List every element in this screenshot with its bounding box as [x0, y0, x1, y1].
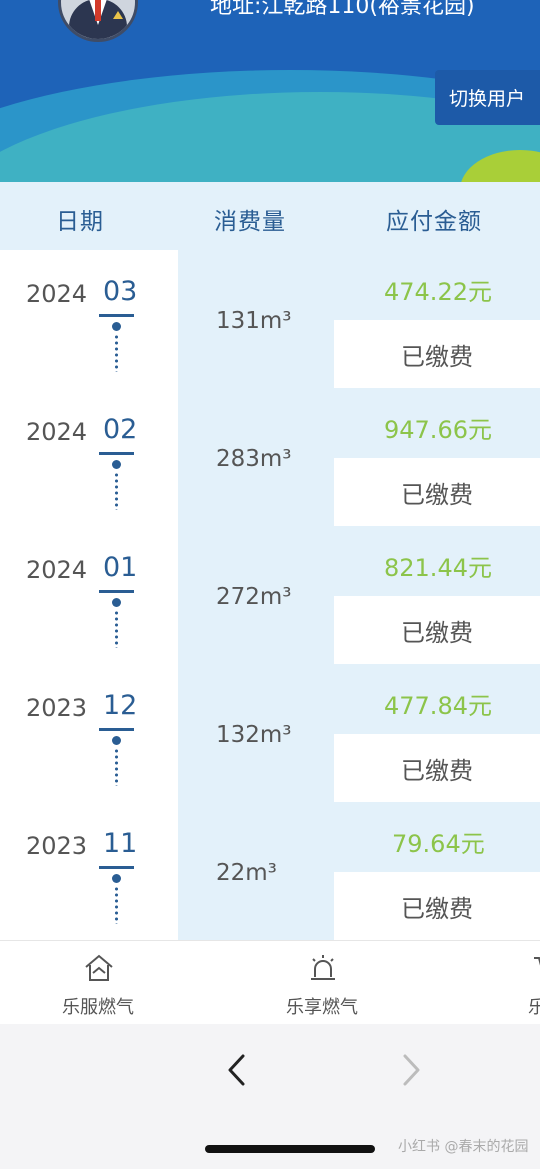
timeline-dot [112, 598, 121, 607]
bill-month: 02 [103, 414, 138, 445]
paid-status-button[interactable]: 已缴费 [334, 320, 540, 388]
timeline-dotted-line [115, 748, 118, 786]
timeline-dot [112, 460, 121, 469]
bill-month: 12 [103, 690, 138, 721]
bill-usage: 131m³ [216, 308, 292, 334]
timeline-bar [99, 314, 134, 317]
timeline-bar [99, 866, 134, 869]
alarm-icon [311, 955, 335, 980]
nav-item-service[interactable]: 乐服燃气 [28, 941, 168, 1025]
bill-row: 2024 01 272m³ 821.44元 已缴费 [0, 526, 540, 664]
column-header-amount: 应付金额 [386, 209, 482, 235]
nav-label-enjoy: 乐享燃气 [286, 997, 358, 1018]
bill-amount: 821.44元 [384, 554, 492, 582]
browser-toolbar: 小红书 @春末的花园 [0, 1024, 540, 1169]
switch-user-button[interactable]: 切换用户 [435, 70, 540, 125]
timeline-dot [112, 322, 121, 331]
column-header-usage: 消费量 [214, 209, 286, 235]
timeline-dot [112, 874, 121, 883]
bill-year: 2024 [26, 418, 88, 446]
chevron-right-icon[interactable] [396, 1050, 426, 1090]
bill-amount: 474.22元 [384, 278, 492, 306]
nav-label-shop: 乐购 [528, 997, 540, 1018]
user-address: 地址:江乾路110(裕景花园) [210, 0, 475, 19]
bill-row: 2023 11 22m³ 79.64元 已缴费 [0, 802, 540, 940]
bill-row: 2024 02 283m³ 947.66元 已缴费 [0, 388, 540, 526]
bill-usage: 272m³ [216, 584, 292, 610]
bill-amount: 477.84元 [384, 692, 492, 720]
timeline-bar [99, 728, 134, 731]
timeline-bar [99, 452, 134, 455]
paid-status-button[interactable]: 已缴费 [334, 458, 540, 526]
bill-list[interactable]: 2024 03 131m³ 474.22元 已缴费 2024 02 283m³ … [0, 250, 540, 940]
table-header: 日期 消费量 应付金额 [0, 182, 540, 250]
bill-row: 2023 12 132m³ 477.84元 已缴费 [0, 664, 540, 802]
home-icon [85, 954, 113, 981]
cart-icon [534, 957, 540, 966]
watermark: 小红书 @春末的花园 [398, 1139, 529, 1155]
bill-usage: 132m³ [216, 722, 292, 748]
timeline-dotted-line [115, 886, 118, 924]
column-header-date: 日期 [56, 209, 104, 235]
timeline-bar [99, 590, 134, 593]
header-banner: 地址:江乾路110(裕景花园) 切换用户 [0, 0, 540, 182]
bill-row: 2024 03 131m³ 474.22元 已缴费 [0, 250, 540, 388]
bill-month: 03 [103, 276, 138, 307]
avatar-badge [113, 11, 123, 19]
bottom-nav: 乐服燃气 乐享燃气 乐购 [0, 940, 540, 1024]
timeline-dotted-line [115, 334, 118, 372]
avatar-tie [95, 0, 101, 21]
paid-status-button[interactable]: 已缴费 [334, 734, 540, 802]
bill-usage: 283m³ [216, 446, 292, 472]
bill-amount: 947.66元 [384, 416, 492, 444]
timeline-dot [112, 736, 121, 745]
bill-year: 2023 [26, 694, 88, 722]
timeline-dotted-line [115, 610, 118, 648]
nav-item-enjoy[interactable]: 乐享燃气 [252, 941, 392, 1025]
avatar[interactable] [58, 0, 138, 42]
timeline-dotted-line [115, 472, 118, 510]
bill-usage: 22m³ [216, 860, 277, 886]
bill-year: 2023 [26, 832, 88, 860]
paid-status-button[interactable]: 已缴费 [334, 872, 540, 940]
bill-year: 2024 [26, 280, 88, 308]
nav-label-service: 乐服燃气 [62, 997, 134, 1018]
paid-status-button[interactable]: 已缴费 [334, 596, 540, 664]
home-indicator[interactable] [205, 1145, 375, 1153]
bill-year: 2024 [26, 556, 88, 584]
bill-month: 11 [103, 828, 138, 859]
chevron-left-icon[interactable] [222, 1050, 252, 1090]
nav-item-shop[interactable]: 乐购 [476, 941, 540, 1025]
bill-amount: 79.64元 [392, 830, 485, 858]
bill-month: 01 [103, 552, 138, 583]
